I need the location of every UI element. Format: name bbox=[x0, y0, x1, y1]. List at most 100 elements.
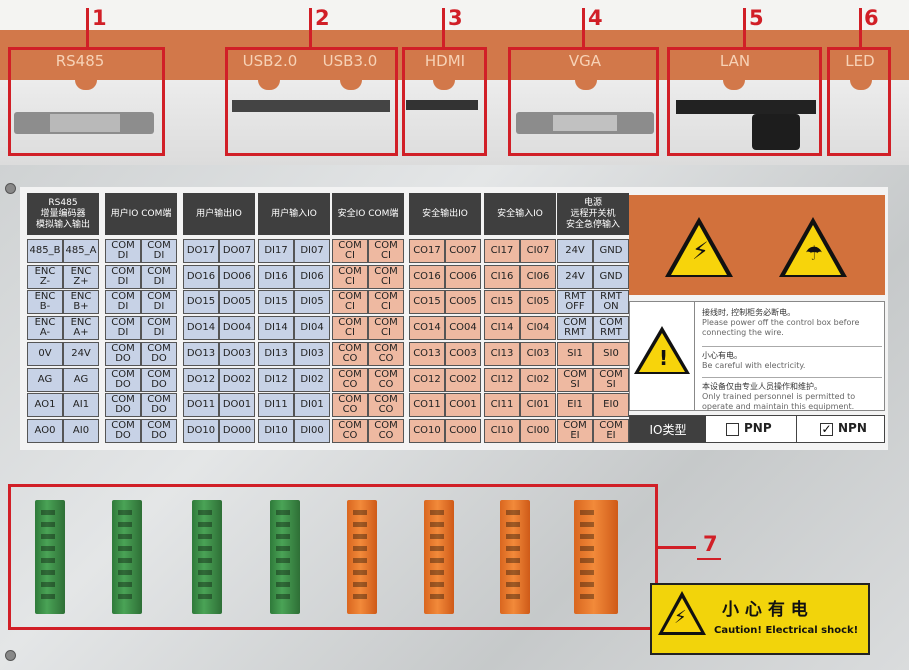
terminal-pin bbox=[276, 534, 290, 539]
pin-label: COM CI bbox=[332, 290, 368, 315]
callout-number-3: 3 bbox=[448, 6, 463, 30]
pin-label: CI14 bbox=[484, 316, 520, 341]
callout-line-1 bbox=[86, 8, 89, 48]
pin-label: CI15 bbox=[484, 290, 520, 315]
terminal-pin bbox=[118, 558, 132, 563]
pin-label: COM DI bbox=[105, 290, 141, 315]
caution-cn: 小 心 有 电 bbox=[722, 600, 808, 620]
npn-checkbox-checked: ✓ bbox=[820, 422, 833, 436]
terminal-pin bbox=[118, 570, 132, 575]
pin-label: DO05 bbox=[219, 290, 255, 315]
callout-number-6: 6 bbox=[864, 6, 879, 30]
callout-box-7 bbox=[8, 484, 658, 630]
callout-box-4 bbox=[508, 47, 659, 156]
io-column-8: 电源 远程开关机 安全急停输入 24V GND 24V GND RMT OFF RMT ON… bbox=[557, 193, 629, 445]
terminal-pin bbox=[430, 570, 444, 575]
pin-label: CI01 bbox=[520, 393, 556, 418]
green-terminal-block[interactable] bbox=[112, 500, 142, 614]
pin-label: 24V bbox=[557, 264, 593, 289]
green-terminal-block[interactable] bbox=[270, 500, 300, 614]
terminal-pin bbox=[580, 594, 594, 599]
pin-label: CO17 bbox=[409, 239, 445, 263]
pin-label: COM SI bbox=[557, 367, 593, 392]
pin-label: DO03 bbox=[219, 341, 255, 366]
terminal-pin bbox=[276, 582, 290, 587]
pin-label: GND bbox=[593, 239, 629, 263]
pin-label: COM DI bbox=[105, 239, 141, 263]
pin-label: DO06 bbox=[219, 264, 255, 289]
orange-terminal-block[interactable] bbox=[424, 500, 454, 614]
pin-label: COM RMT bbox=[593, 316, 629, 341]
terminal-pin bbox=[506, 546, 520, 551]
pin-label: SI0 bbox=[593, 341, 629, 366]
umbrella-icon: ☂ bbox=[805, 241, 823, 265]
pin-label: CO07 bbox=[445, 239, 481, 263]
pin-label: COM DI bbox=[141, 316, 177, 341]
pin-label: CI16 bbox=[484, 264, 520, 289]
io-type-selector: IO类型 PNP ✓ NPN bbox=[629, 415, 885, 443]
io-column-header: 用户输入IO bbox=[258, 193, 330, 235]
terminal-pin bbox=[430, 534, 444, 539]
pin-label: COM CO bbox=[368, 367, 404, 392]
terminal-pin bbox=[276, 594, 290, 599]
pin-label: COM CO bbox=[332, 393, 368, 418]
pin-label: CO00 bbox=[445, 418, 481, 443]
pin-label: 24V bbox=[63, 341, 99, 366]
callout-line-4 bbox=[582, 8, 585, 48]
pin-label: COM CO bbox=[332, 341, 368, 366]
pin-label: CI07 bbox=[520, 239, 556, 263]
pin-label: COM DO bbox=[105, 341, 141, 366]
terminal-pin bbox=[118, 546, 132, 551]
io-column-header: 用户IO COM端 bbox=[105, 193, 177, 235]
pin-label: ENC A- bbox=[27, 316, 63, 341]
pin-label: AO1 bbox=[27, 393, 63, 418]
terminal-pin bbox=[276, 546, 290, 551]
callout-box-2 bbox=[225, 47, 398, 156]
orange-terminal-block[interactable] bbox=[574, 500, 618, 614]
terminal-pin bbox=[41, 570, 55, 575]
callout-line-7 bbox=[658, 546, 696, 549]
io-column-header: 安全输出IO bbox=[409, 193, 481, 235]
pin-label: EI1 bbox=[557, 393, 593, 418]
callout-underline-7 bbox=[697, 558, 721, 560]
pin-label: RMT ON bbox=[593, 290, 629, 315]
terminal-pin bbox=[118, 582, 132, 587]
notice-line2-en: Be careful with electricity. bbox=[702, 361, 806, 370]
pin-label: CI06 bbox=[520, 264, 556, 289]
green-terminal-block[interactable] bbox=[192, 500, 222, 614]
pin-label: COM SI bbox=[593, 367, 629, 392]
pin-label: CI17 bbox=[484, 239, 520, 263]
pin-label: CO03 bbox=[445, 341, 481, 366]
pin-label: CO13 bbox=[409, 341, 445, 366]
pin-label: DI17 bbox=[258, 239, 294, 263]
pin-label: DI11 bbox=[258, 393, 294, 418]
orange-terminal-block[interactable] bbox=[500, 500, 530, 614]
orange-terminal-block[interactable] bbox=[347, 500, 377, 614]
terminal-pin bbox=[198, 594, 212, 599]
pin-label: CO01 bbox=[445, 393, 481, 418]
io-column-header: 安全IO COM端 bbox=[332, 193, 404, 235]
callout-box-6 bbox=[827, 47, 891, 156]
pin-label: ENC B+ bbox=[63, 290, 99, 315]
green-terminal-block[interactable] bbox=[35, 500, 65, 614]
terminal-pin bbox=[430, 510, 444, 515]
screw bbox=[5, 183, 16, 194]
pin-label: DO14 bbox=[183, 316, 219, 341]
terminal-pin bbox=[41, 558, 55, 563]
io-column-header: 电源 远程开关机 安全急停输入 bbox=[557, 193, 629, 235]
terminal-pin bbox=[506, 558, 520, 563]
terminal-pin bbox=[198, 546, 212, 551]
pin-label: DO16 bbox=[183, 264, 219, 289]
terminal-pin bbox=[580, 570, 594, 575]
screw bbox=[5, 650, 16, 661]
terminal-pin bbox=[353, 510, 367, 515]
callout-number-2: 2 bbox=[315, 6, 330, 30]
callout-box-3 bbox=[402, 47, 487, 156]
notice-line3-en: Only trained personnel is permitted to o… bbox=[702, 392, 856, 411]
io-column-5: 安全IO COM端 COM CI COM CI COM CI COM CI COM CI C… bbox=[332, 193, 404, 445]
pin-label: COM CO bbox=[368, 341, 404, 366]
pin-label: AG bbox=[27, 367, 63, 392]
terminal-pin bbox=[198, 510, 212, 515]
hazard-symbols-block: ⚡ ☂ bbox=[629, 195, 885, 295]
pin-label: DI14 bbox=[258, 316, 294, 341]
